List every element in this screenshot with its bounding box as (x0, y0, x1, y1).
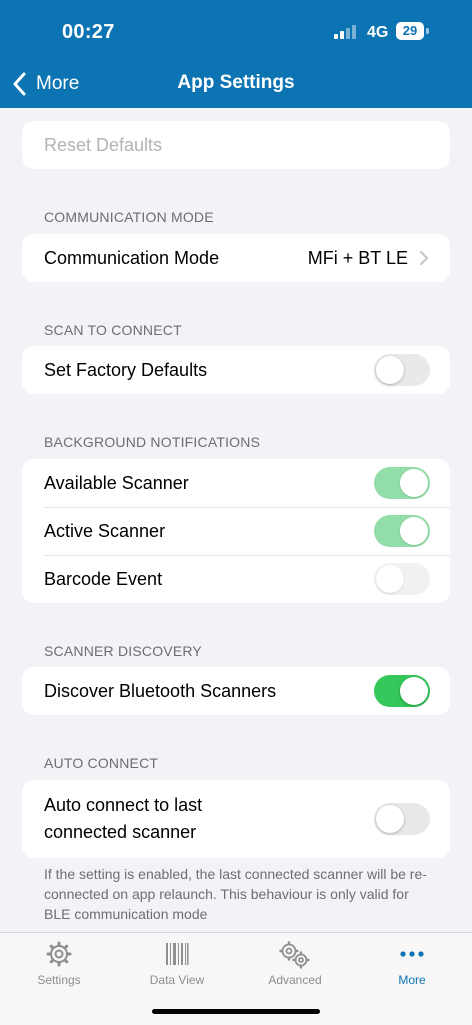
communication-card: Communication Mode MFi + BT LE (22, 234, 450, 282)
reset-defaults-label: Reset Defaults (44, 135, 163, 155)
tab-advanced[interactable]: Advanced (250, 941, 340, 991)
section-header-background-notifications: BACKGROUND NOTIFICATIONS (44, 434, 261, 450)
battery-tip (426, 28, 429, 34)
background-notifications-card: Available Scanner Active Scanner Barcode… (22, 459, 450, 603)
battery-icon: 29 (396, 22, 424, 40)
tab-data-view[interactable]: Data View (132, 941, 222, 991)
chevron-right-icon (420, 251, 428, 265)
communication-mode-label: Communication Mode (44, 248, 220, 268)
tab-settings-label: Settings (37, 973, 81, 987)
scanner-discovery-card: Discover Bluetooth Scanners (22, 667, 450, 715)
section-header-communication-mode: COMMUNICATION MODE (44, 209, 214, 225)
discover-bluetooth-scanners-row: Discover Bluetooth Scanners (22, 667, 450, 715)
tab-more-label: More (398, 973, 426, 987)
network-type: 4G (367, 24, 389, 41)
gears-icon (279, 941, 310, 969)
auto-connect-toggle[interactable] (374, 803, 430, 835)
discover-bluetooth-scanners-label: Discover Bluetooth Scanners (44, 681, 277, 701)
tab-more[interactable]: More (367, 941, 457, 991)
barcode-event-toggle[interactable] (374, 563, 430, 595)
discover-bluetooth-scanners-toggle[interactable] (374, 675, 430, 707)
communication-mode-value: MFi + BT LE (307, 248, 408, 268)
gear-icon (46, 941, 72, 967)
available-scanner-toggle[interactable] (374, 467, 430, 499)
barcode-icon (166, 943, 189, 965)
cellular-signal-icon (334, 25, 360, 39)
available-scanner-label: Available Scanner (44, 473, 189, 493)
home-indicator (152, 1009, 320, 1014)
page-title: App Settings (177, 72, 295, 93)
reset-defaults-row[interactable]: Reset Defaults (22, 121, 450, 169)
set-factory-defaults-toggle[interactable] (374, 354, 430, 386)
section-header-scanner-discovery: SCANNER DISCOVERY (44, 643, 202, 659)
active-scanner-row: Active Scanner (22, 507, 450, 555)
auto-connect-row: Auto connect to last connected scanner (22, 780, 450, 858)
section-header-auto-connect: AUTO CONNECT (44, 755, 159, 771)
status-time: 00:27 (62, 21, 115, 43)
available-scanner-row: Available Scanner (22, 459, 450, 507)
tab-data-view-label: Data View (149, 973, 205, 987)
navigation-header: 00:27 4G 29 More App Settings (0, 0, 472, 108)
tab-settings[interactable]: Settings (14, 941, 104, 991)
auto-connect-card: Auto connect to last connected scanner (22, 780, 450, 858)
tab-advanced-label: Advanced (268, 973, 322, 987)
reset-card: Reset Defaults (22, 121, 450, 169)
barcode-event-row: Barcode Event (22, 555, 450, 603)
scan-to-connect-card: Set Factory Defaults (22, 346, 450, 394)
auto-connect-label-line1: Auto connect to last (44, 795, 203, 815)
set-factory-defaults-label: Set Factory Defaults (44, 360, 208, 380)
set-factory-defaults-row: Set Factory Defaults (22, 346, 450, 394)
active-scanner-toggle[interactable] (374, 515, 430, 547)
barcode-event-label: Barcode Event (44, 569, 163, 589)
auto-connect-label-line2: connected scanner (44, 822, 197, 842)
ellipsis-icon (400, 951, 424, 957)
active-scanner-label: Active Scanner (44, 521, 166, 541)
auto-connect-footnote: If the setting is enabled, the last conn… (44, 866, 427, 922)
communication-mode-row[interactable]: Communication Mode MFi + BT LE (22, 234, 450, 282)
section-header-scan-to-connect: SCAN TO CONNECT (44, 322, 182, 338)
